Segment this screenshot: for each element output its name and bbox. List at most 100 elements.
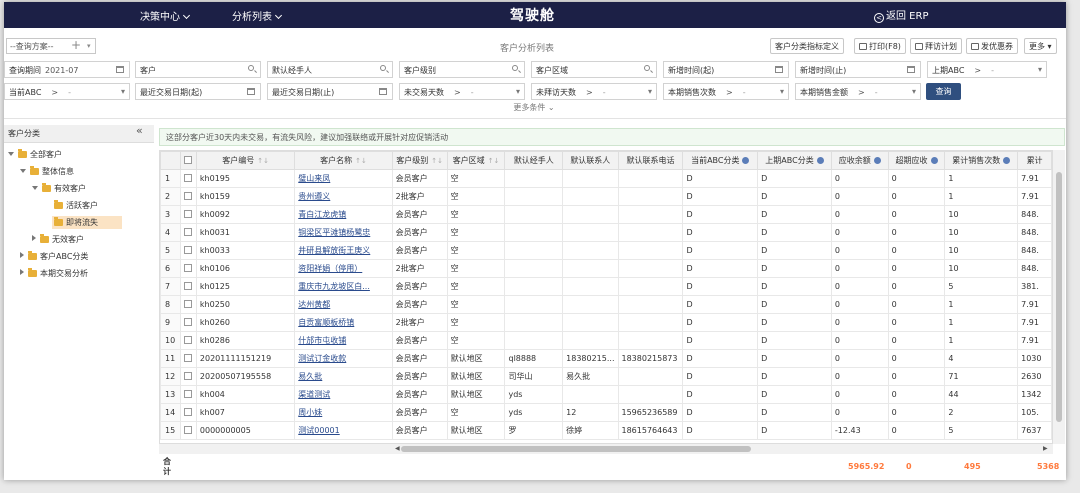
customer-name-link[interactable]: 自贡富顺板桥镇 <box>298 318 354 327</box>
customer-name-link[interactable]: 易久批 <box>298 372 322 381</box>
tree-node-abc-classification[interactable]: 客户ABC分类 <box>20 250 88 263</box>
row-checkbox[interactable] <box>183 210 192 218</box>
tree-node-lively-customers[interactable]: 活跃客户 <box>54 199 98 212</box>
caret-down-icon[interactable]: ▾ <box>780 87 784 96</box>
vertical-scrollbar[interactable] <box>1053 150 1065 444</box>
customer-name-link[interactable]: 什邡市屯收铺 <box>298 336 346 345</box>
caret-down-icon[interactable]: ▾ <box>912 87 916 96</box>
column-header[interactable]: 上期ABC分类 <box>757 151 832 170</box>
calendar-icon[interactable] <box>116 66 124 73</box>
scrollbar-thumb[interactable] <box>1056 172 1062 422</box>
customer-name-link[interactable]: 璧山来凤 <box>298 174 330 183</box>
caret-down-icon[interactable]: ▾ <box>1038 65 1042 74</box>
caret-down-icon[interactable]: ▾ <box>121 87 125 96</box>
row-checkbox[interactable] <box>183 264 192 272</box>
row-checkbox[interactable] <box>183 354 192 362</box>
table-row[interactable]: 1 kh0195 璧山来凤 会员客户空 D D 0 0 1 7.91 <box>160 169 1052 188</box>
row-checkbox[interactable] <box>183 408 192 416</box>
row-checkbox[interactable] <box>183 174 192 182</box>
scrollbar-thumb[interactable] <box>401 446 751 452</box>
row-checkbox[interactable] <box>183 372 192 380</box>
new-time-start-filter[interactable]: 新增时间(起) <box>663 61 789 78</box>
tree-node-overall-info[interactable]: 整体信息 <box>20 165 74 178</box>
sort-icon[interactable]: ↑↓ <box>431 157 443 165</box>
query-button[interactable]: 查询 <box>926 83 961 100</box>
nav-menu-decision-center[interactable]: 决策中心 <box>140 8 191 23</box>
search-icon[interactable] <box>248 65 254 71</box>
define-metrics-button[interactable]: 客户分类指标定义 <box>770 38 844 54</box>
collapse-sidebar-icon[interactable]: « <box>136 124 143 137</box>
expand-arrow-icon[interactable] <box>32 186 38 190</box>
column-header[interactable]: 客户级别 ↑↓ <box>391 151 448 170</box>
table-row[interactable]: 12 20200507195558 易久批 会员客户 默认地区 司华山 易久批 D D 0 0 71 2… <box>160 367 1052 386</box>
add-icon[interactable]: + <box>71 39 81 52</box>
table-row[interactable]: 13 kh004 渠道测试 会员客户 默认地区 yds D D 0 0 44 1342 <box>160 385 1052 404</box>
row-checkbox[interactable] <box>183 426 192 434</box>
table-row[interactable]: 9 kh0260 自贡富顺板桥镇 2批客户空 D D 0 0 1 7.91 <box>160 313 1052 332</box>
period-sales-amount-filter[interactable]: 本期销售金额 > - ▾ <box>795 83 921 100</box>
search-icon[interactable] <box>512 65 518 71</box>
row-checkbox[interactable] <box>183 300 192 308</box>
table-row[interactable]: 7 kh0125 重庆市九龙坡区白... 会员客户空 D D 0 0 5 381. <box>160 277 1052 296</box>
sort-icon[interactable]: ↑↓ <box>488 157 500 165</box>
calendar-icon[interactable] <box>907 66 915 73</box>
customer-name-link[interactable]: 测试订金收款 <box>298 354 346 363</box>
region-filter[interactable]: 客户区域 <box>531 61 657 78</box>
row-checkbox[interactable] <box>183 246 192 254</box>
scroll-left-icon[interactable]: ◀ <box>395 445 400 452</box>
customer-name-link[interactable]: 测试00001 <box>298 426 339 435</box>
caret-down-icon[interactable]: ▾ <box>516 87 520 96</box>
sort-icon[interactable]: ↑↓ <box>355 157 367 165</box>
collapsed-arrow-icon[interactable] <box>20 252 24 258</box>
column-header[interactable]: 累计销售次数 <box>944 151 1019 170</box>
collapsed-arrow-icon[interactable] <box>20 269 24 275</box>
no-trade-days-filter[interactable]: 未交易天数 > - ▾ <box>399 83 525 100</box>
more-button[interactable]: 更多 ▾ <box>1024 38 1057 54</box>
row-checkbox[interactable] <box>183 390 192 398</box>
table-row[interactable]: 6 kh0106 资阳祥娟（停用） 2批客户空 D D 0 0 10 848. <box>160 259 1052 278</box>
last-trade-start-filter[interactable]: 最近交易日期(起) <box>135 83 261 100</box>
column-header[interactable]: 当前ABC分类 <box>682 151 759 170</box>
select-all-checkbox[interactable] <box>184 156 193 164</box>
period-sales-count-filter[interactable]: 本期销售次数 > - ▾ <box>663 83 789 100</box>
row-checkbox[interactable] <box>183 228 192 236</box>
caret-down-icon[interactable]: ▾ <box>87 42 91 50</box>
send-coupon-button[interactable]: 发优惠券 <box>966 38 1018 54</box>
column-header[interactable]: 客户区域 ↑↓ <box>446 151 506 170</box>
last-trade-end-filter[interactable]: 最近交易日期(止) <box>267 83 393 100</box>
column-header[interactable]: 超期应收 <box>887 151 946 170</box>
handler-filter[interactable]: 默认经手人 <box>267 61 393 78</box>
customer-filter[interactable]: 客户 <box>135 61 261 78</box>
new-time-end-filter[interactable]: 新增时间(止) <box>795 61 921 78</box>
expand-arrow-icon[interactable] <box>8 152 14 156</box>
table-row[interactable]: 10 kh0286 什邡市屯收铺 会员客户空 D D 0 0 1 7.91 <box>160 331 1052 350</box>
tree-node-period-trade-analysis[interactable]: 本期交易分析 <box>20 267 88 280</box>
expand-arrow-icon[interactable] <box>20 169 26 173</box>
tree-node-active-customers[interactable]: 有效客户 <box>32 182 86 195</box>
print-button[interactable]: 打印(F8) <box>854 38 906 54</box>
level-filter[interactable]: 客户级别 <box>399 61 525 78</box>
search-icon[interactable] <box>644 65 650 71</box>
customer-name-link[interactable]: 重庆市九龙坡区白... <box>298 282 370 291</box>
customer-name-link[interactable]: 青白江龙虎镇 <box>298 210 346 219</box>
info-icon[interactable] <box>1003 157 1011 164</box>
caret-down-icon[interactable]: ▾ <box>648 87 652 96</box>
no-visit-days-filter[interactable]: 未拜访天数 > - ▾ <box>531 83 657 100</box>
row-checkbox[interactable] <box>183 282 192 290</box>
tree-node-invalid-customers[interactable]: 无效客户 <box>32 233 84 246</box>
calendar-icon[interactable] <box>379 88 387 95</box>
tree-node-all-customers[interactable]: 全部客户 <box>8 148 62 161</box>
customer-name-link[interactable]: 铜梁区平滩镇杨鹭忠 <box>298 228 370 237</box>
collapsed-arrow-icon[interactable] <box>32 235 36 241</box>
table-row[interactable]: 4 kh0031 铜梁区平滩镇杨鹭忠 会员客户空 D D 0 0 10 848. <box>160 223 1052 242</box>
customer-name-link[interactable]: 贵州遵义 <box>298 192 330 201</box>
back-to-erp-link[interactable]: < 返回 ERP <box>874 7 928 23</box>
customer-name-link[interactable]: 渠道测试 <box>298 390 330 399</box>
table-row[interactable]: 11 20201111151219 测试订金收款 会员客户 默认地区 ql8888 1838… <box>160 349 1052 368</box>
customer-name-link[interactable]: 周小妹 <box>298 408 322 417</box>
current-abc-filter[interactable]: 当前ABC > - ▾ <box>4 83 130 100</box>
table-row[interactable]: 15 0000000005 测试00001 会员客户 默认地区罗徐婷 1861576464… <box>160 421 1052 440</box>
column-header[interactable]: 客户编号 ↑↓ <box>195 151 296 170</box>
customer-name-link[interactable]: 井研县解放街王庚义 <box>298 246 370 255</box>
table-row[interactable]: 2 kh0159 贵州遵义 2批客户空 D D 0 0 1 7.91 <box>160 187 1052 206</box>
